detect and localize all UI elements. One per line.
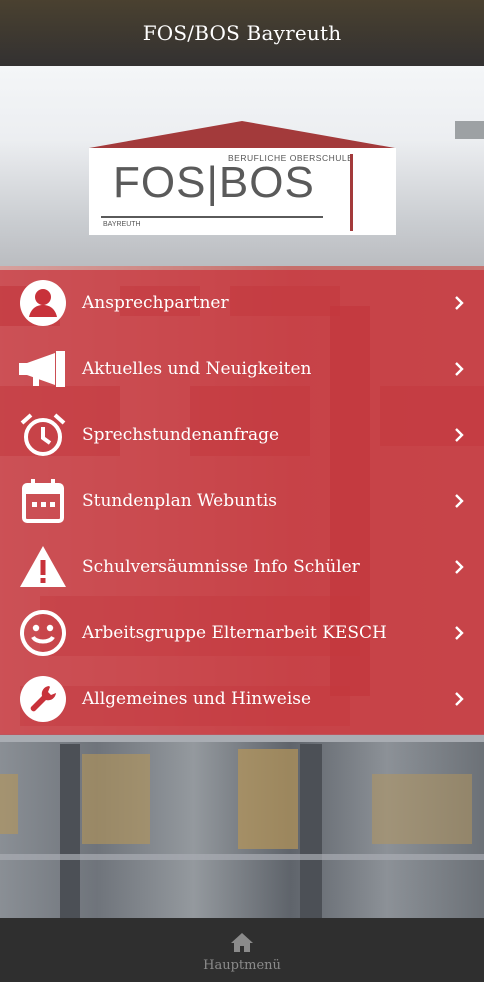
menu-item-aktuelles[interactable]: Aktuelles und Neuigkeiten <box>0 338 484 400</box>
chevron-right-icon <box>452 296 466 310</box>
app-header: FOS/BOS Bayreuth <box>0 0 484 66</box>
school-logo: BERUFLICHE OBERSCHULE FOS|BOS BAYREUTH <box>89 121 396 235</box>
chevron-right-icon <box>452 560 466 574</box>
menu-item-label: Schulversäumnisse Info Schüler <box>82 557 360 577</box>
chevron-right-icon <box>452 494 466 508</box>
wrench-icon <box>19 675 67 723</box>
calendar-icon <box>19 477 67 525</box>
menu-item-elternarbeit[interactable]: Arbeitsgruppe Elternarbeit KESCH <box>0 602 484 664</box>
home-tab[interactable]: Hauptmenü <box>190 918 294 982</box>
person-icon <box>19 279 67 327</box>
menu-item-label: Sprechstundenanfrage <box>82 425 280 445</box>
menu-item-ansprechpartner[interactable]: Ansprechpartner <box>0 272 484 334</box>
main-menu: Ansprechpartner Aktuelles und Neuigkeite… <box>0 270 484 735</box>
page-title: FOS/BOS Bayreuth <box>142 21 342 45</box>
megaphone-icon <box>19 345 67 393</box>
menu-item-label: Aktuelles und Neuigkeiten <box>82 359 312 379</box>
home-tab-label: Hauptmenü <box>203 958 281 973</box>
menu-item-label: Allgemeines und Hinweise <box>82 689 312 709</box>
menu-item-allgemeines[interactable]: Allgemeines und Hinweise <box>0 668 484 730</box>
menu-item-label: Stundenplan Webuntis <box>82 491 277 511</box>
smiley-icon <box>19 609 67 657</box>
logo-city: BAYREUTH <box>103 221 141 228</box>
chevron-right-icon <box>452 362 466 376</box>
chevron-right-icon <box>452 428 466 442</box>
menu-item-schulversaeumnisse[interactable]: Schulversäumnisse Info Schüler <box>0 536 484 598</box>
warning-icon <box>19 543 67 591</box>
menu-item-stundenplan[interactable]: Stundenplan Webuntis <box>0 470 484 532</box>
chevron-right-icon <box>452 692 466 706</box>
logo-wordmark: FOS|BOS <box>113 158 315 207</box>
home-icon <box>230 932 254 952</box>
bottom-nav: Hauptmenü <box>0 918 484 982</box>
alarm-clock-icon <box>19 411 67 459</box>
menu-item-label: Arbeitsgruppe Elternarbeit KESCH <box>82 623 387 643</box>
menu-item-label: Ansprechpartner <box>82 293 229 313</box>
menu-item-sprechstunden[interactable]: Sprechstundenanfrage <box>0 404 484 466</box>
chevron-right-icon <box>452 626 466 640</box>
